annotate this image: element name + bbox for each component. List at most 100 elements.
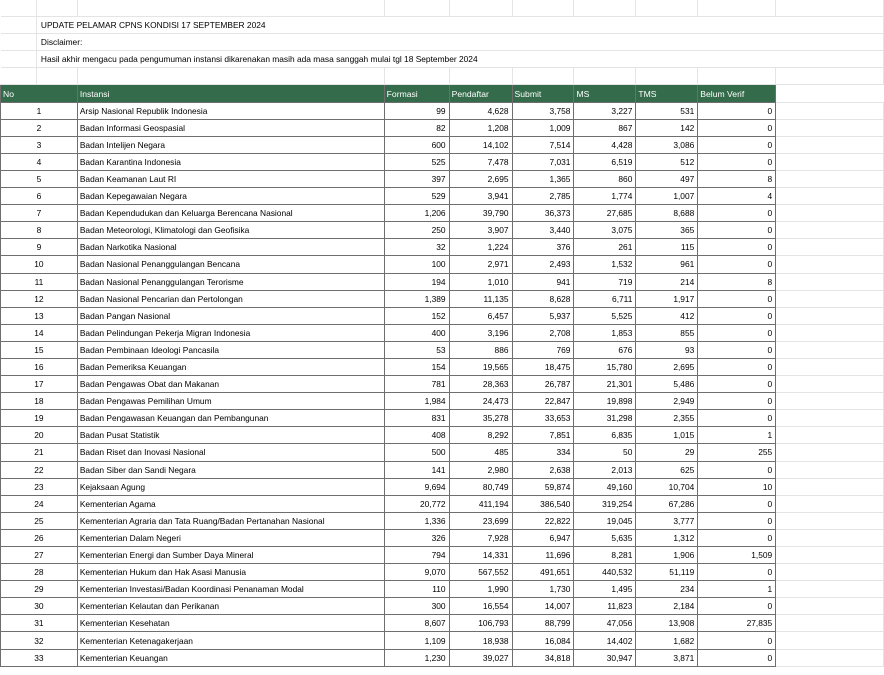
row-instansi[interactable]: Badan Meteorologi, Klimatologi dan Geofi… [76, 221, 385, 240]
row-ms[interactable]: 6,835 [573, 426, 637, 445]
row-ms[interactable]: 1,532 [573, 255, 637, 274]
row-instansi[interactable]: Kejaksaan Agung [76, 477, 385, 496]
row-ms[interactable]: 719 [573, 272, 637, 291]
cell[interactable] [0, 50, 37, 69]
title-row-text[interactable]: UPDATE PELAMAR CPNS KONDISI 17 SEPTEMBER… [36, 16, 884, 35]
row-ms[interactable]: 6,711 [573, 289, 637, 308]
cell[interactable] [573, 0, 637, 18]
cell[interactable] [775, 597, 884, 616]
row-submit[interactable]: 7,851 [511, 426, 575, 445]
row-formasi[interactable]: 1,336 [383, 511, 450, 530]
row-no[interactable]: 3 [0, 135, 78, 154]
row-submit[interactable]: 769 [511, 340, 575, 359]
cell[interactable] [775, 631, 884, 650]
row-pendaftar[interactable]: 2,971 [448, 255, 513, 274]
row-no[interactable]: 10 [0, 255, 78, 274]
row-formasi[interactable]: 32 [383, 238, 450, 257]
row-tms[interactable]: 2,949 [635, 392, 699, 411]
row-pendaftar[interactable]: 14,102 [448, 135, 513, 154]
row-belum-verif[interactable]: 0 [697, 511, 777, 530]
row-tms[interactable]: 51,119 [635, 563, 699, 582]
row-submit[interactable]: 33,653 [511, 409, 575, 428]
row-formasi[interactable]: 500 [383, 443, 450, 462]
row-tms[interactable]: 531 [635, 101, 699, 120]
row-formasi[interactable]: 9,070 [383, 563, 450, 582]
row-formasi[interactable]: 831 [383, 409, 450, 428]
row-belum-verif[interactable]: 0 [697, 392, 777, 411]
row-instansi[interactable]: Kementerian Keuangan [76, 648, 385, 667]
row-no[interactable]: 29 [0, 580, 78, 599]
cell[interactable] [775, 136, 884, 154]
row-formasi[interactable]: 20,772 [383, 494, 450, 513]
row-submit[interactable]: 376 [511, 238, 575, 257]
row-tms[interactable]: 13,908 [635, 614, 699, 633]
row-belum-verif[interactable]: 0 [697, 323, 777, 342]
cell[interactable] [775, 67, 884, 86]
cell[interactable] [635, 67, 699, 86]
row-belum-verif[interactable]: 1,509 [697, 545, 777, 565]
row-tms[interactable]: 1,906 [635, 545, 699, 565]
cell[interactable] [775, 392, 884, 411]
row-no[interactable]: 5 [0, 169, 78, 189]
row-ms[interactable]: 860 [573, 169, 637, 189]
row-pendaftar[interactable]: 1,224 [448, 238, 513, 257]
cell[interactable] [775, 153, 884, 171]
row-formasi[interactable]: 154 [383, 357, 450, 377]
row-pendaftar[interactable]: 8,292 [448, 426, 513, 445]
row-instansi[interactable]: Badan Informasi Geospasial [76, 118, 385, 137]
cell[interactable] [775, 443, 884, 462]
row-pendaftar[interactable]: 16,554 [448, 597, 513, 616]
row-tms[interactable]: 1,007 [635, 187, 699, 206]
row-pendaftar[interactable]: 3,941 [448, 187, 513, 206]
row-tms[interactable]: 8,688 [635, 204, 699, 223]
row-submit[interactable]: 16,084 [511, 631, 575, 650]
row-instansi[interactable]: Badan Keamanan Laut RI [76, 169, 385, 189]
cell[interactable] [775, 495, 884, 513]
row-submit[interactable]: 2,708 [511, 323, 575, 342]
row-ms[interactable]: 15,780 [573, 357, 637, 377]
row-ms[interactable]: 319,254 [573, 494, 637, 513]
row-submit[interactable]: 59,874 [511, 477, 575, 496]
row-tms[interactable]: 10,704 [635, 477, 699, 496]
row-submit[interactable]: 36,373 [511, 204, 575, 223]
header-submit[interactable]: Submit [511, 84, 575, 103]
row-submit[interactable]: 491,651 [511, 563, 575, 582]
row-belum-verif[interactable]: 0 [697, 563, 777, 582]
cell[interactable] [0, 0, 37, 18]
row-tms[interactable]: 2,695 [635, 357, 699, 377]
row-submit[interactable]: 3,440 [511, 221, 575, 240]
header-no[interactable]: No [0, 84, 78, 103]
row-submit[interactable]: 1,009 [511, 118, 575, 137]
row-pendaftar[interactable]: 411,194 [448, 494, 513, 513]
row-pendaftar[interactable]: 18,938 [448, 631, 513, 650]
row-instansi[interactable]: Badan Siber dan Sandi Negara [76, 460, 385, 479]
row-belum-verif[interactable]: 0 [697, 375, 777, 394]
row-no[interactable]: 15 [0, 340, 78, 359]
row-ms[interactable]: 6,519 [573, 152, 637, 171]
row-pendaftar[interactable]: 886 [448, 340, 513, 359]
row-ms[interactable]: 31,298 [573, 409, 637, 428]
row-instansi[interactable]: Badan Pangan Nasional [76, 306, 385, 325]
cell[interactable] [775, 649, 884, 667]
cell[interactable] [0, 16, 37, 35]
cell[interactable] [775, 102, 884, 120]
cell[interactable] [775, 375, 884, 394]
row-ms[interactable]: 49,160 [573, 477, 637, 496]
row-tms[interactable]: 67,286 [635, 494, 699, 513]
row-submit[interactable]: 6,947 [511, 528, 575, 548]
cell[interactable] [775, 529, 884, 548]
row-instansi[interactable]: Badan Kependudukan dan Keluarga Berencan… [76, 204, 385, 223]
row-no[interactable]: 7 [0, 204, 78, 223]
row-instansi[interactable]: Badan Narkotika Nasional [76, 238, 385, 257]
row-ms[interactable]: 261 [573, 238, 637, 257]
row-no[interactable]: 13 [0, 306, 78, 325]
row-submit[interactable]: 11,696 [511, 545, 575, 565]
row-instansi[interactable]: Badan Pengawas Obat dan Makanan [76, 375, 385, 394]
row-no[interactable]: 2 [0, 118, 78, 137]
row-tms[interactable]: 1,682 [635, 631, 699, 650]
row-pendaftar[interactable]: 4,628 [448, 101, 513, 120]
cell[interactable] [775, 204, 884, 223]
row-no[interactable]: 9 [0, 238, 78, 257]
row-tms[interactable]: 2,355 [635, 409, 699, 428]
row-formasi[interactable]: 194 [383, 272, 450, 291]
